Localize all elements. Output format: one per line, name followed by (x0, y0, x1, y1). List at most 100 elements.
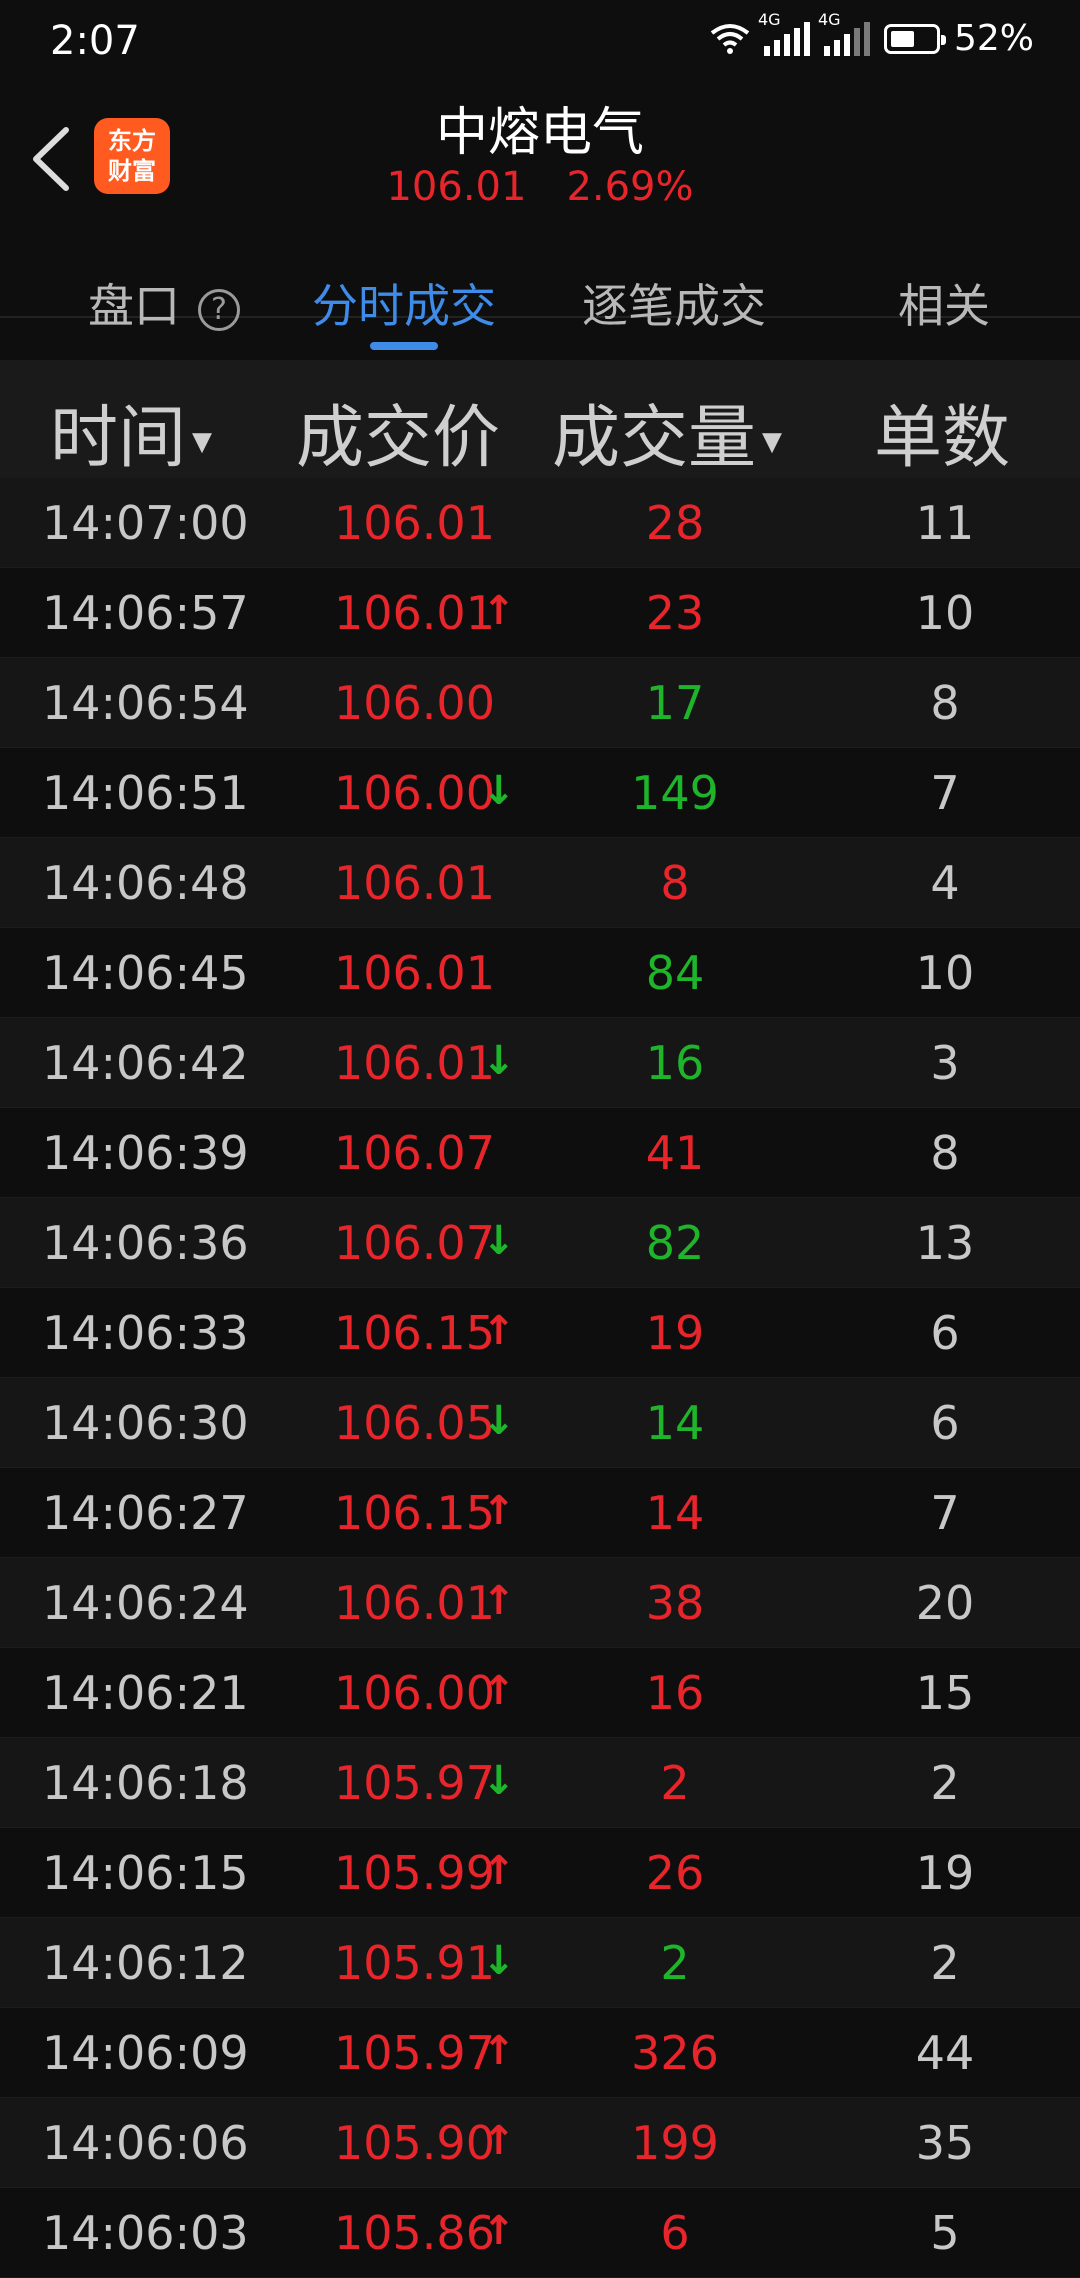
trade-time: 14:06:45 (42, 946, 249, 1000)
table-row[interactable]: 14:06:15 105.99 ↑ 26 19 (0, 1828, 1080, 1918)
arrow-up-icon: ↑ (482, 1488, 516, 1534)
arrow-up-icon: ↑ (482, 2118, 516, 2164)
trade-time: 14:06:09 (42, 2026, 249, 2080)
table-row[interactable]: 14:06:18 105.97 ↓ 2 2 (0, 1738, 1080, 1828)
trade-volume: 38 (645, 1576, 705, 1630)
trade-volume: 82 (645, 1216, 705, 1270)
trade-time: 14:06:42 (42, 1036, 249, 1090)
trade-volume: 14 (645, 1396, 705, 1450)
trade-volume: 6 (660, 2206, 690, 2260)
trade-count: 6 (930, 1306, 960, 1360)
tab-time-sales[interactable]: 分时成交 (312, 270, 496, 336)
table-row[interactable]: 14:06:06 105.90 ↑ 199 35 (0, 2098, 1080, 2188)
trade-count: 4 (930, 856, 960, 910)
trade-time: 14:06:57 (42, 586, 249, 640)
table-row[interactable]: 14:06:30 106.05 ↓ 14 6 (0, 1378, 1080, 1468)
trade-volume: 84 (645, 946, 705, 1000)
tab-bar: 盘口? 分时成交 逐笔成交 相关 (0, 234, 1080, 360)
trade-time: 14:06:48 (42, 856, 249, 910)
table-row[interactable]: 14:06:45 106.01 84 10 (0, 928, 1080, 1018)
table-row[interactable]: 14:06:24 106.01 ↑ 38 20 (0, 1558, 1080, 1648)
trade-price: 106.07 (334, 1216, 495, 1270)
trade-price: 106.01 (334, 946, 495, 1000)
column-price: 成交价 (296, 399, 501, 478)
stock-name: 中熔电气 (435, 103, 644, 163)
table-row[interactable]: 14:06:03 105.86 ↑ 6 5 (0, 2188, 1080, 2278)
arrow-up-icon: ↑ (482, 588, 516, 634)
trade-time: 14:06:51 (42, 766, 249, 820)
trade-price: 105.97 (334, 1756, 495, 1810)
tab-related[interactable]: 相关 (898, 270, 990, 336)
table-row[interactable]: 14:06:33 106.15 ↑ 19 6 (0, 1288, 1080, 1378)
arrow-down-icon: ↓ (482, 1758, 516, 1804)
status-bar: 2:07 4G 4G 52% (0, 0, 1080, 84)
trade-price: 105.91 (334, 1936, 495, 1990)
trade-time: 14:06:12 (42, 1936, 249, 1990)
trade-volume: 14 (645, 1486, 705, 1540)
arrow-up-icon: ↑ (482, 1668, 516, 1714)
trade-count: 11 (915, 496, 975, 550)
table-row[interactable]: 14:06:09 105.97 ↑ 326 44 (0, 2008, 1080, 2098)
trade-price: 106.01 (334, 856, 495, 910)
tab-tick-trades[interactable]: 逐笔成交 (582, 270, 766, 336)
arrow-up-icon: ↑ (482, 2208, 516, 2254)
arrow-up-icon: ↑ (482, 1848, 516, 1894)
trade-price: 106.01 (334, 586, 495, 640)
battery-icon (883, 23, 946, 54)
trade-count: 5 (930, 2206, 960, 2260)
table-row[interactable]: 14:06:27 106.15 ↑ 14 7 (0, 1468, 1080, 1558)
table-row[interactable]: 14:06:39 106.07 41 8 (0, 1108, 1080, 1198)
trade-time: 14:06:15 (42, 1846, 249, 1900)
trade-time: 14:06:21 (42, 1666, 249, 1720)
arrow-down-icon: ↓ (482, 1398, 516, 1444)
table-row[interactable]: 14:06:54 106.00 17 8 (0, 658, 1080, 748)
table-row[interactable]: 14:07:00 106.01 28 11 (0, 478, 1080, 568)
table-row[interactable]: 14:06:36 106.07 ↓ 82 13 (0, 1198, 1080, 1288)
help-icon[interactable]: ? (198, 288, 240, 331)
trade-time: 14:06:36 (42, 1216, 249, 1270)
trades-table: 14:07:00 106.01 28 11 14:06:57 106.01 ↑ 23 10 14:… (0, 478, 1080, 2278)
trade-price: 106.15 (334, 1486, 495, 1540)
trade-count: 15 (915, 1666, 975, 1720)
trade-price: 106.00 (334, 766, 495, 820)
table-row[interactable]: 14:06:42 106.01 ↓ 16 3 (0, 1018, 1080, 1108)
column-time[interactable]: 时间 ▼ (50, 382, 212, 481)
stock-price: 106.01 (386, 164, 527, 210)
trade-count: 7 (930, 1486, 960, 1540)
tab-order-book[interactable]: 盘口? (88, 270, 240, 336)
trade-time: 14:07:00 (42, 496, 249, 550)
trade-count: 35 (915, 2116, 975, 2170)
trade-time: 14:06:27 (42, 1486, 249, 1540)
table-row[interactable]: 14:06:12 105.91 ↓ 2 2 (0, 1918, 1080, 2008)
trade-price: 106.01 (334, 496, 495, 550)
trade-time: 14:06:39 (42, 1126, 249, 1180)
signal-1-icon: 4G (758, 10, 810, 56)
trade-volume: 19 (645, 1306, 705, 1360)
stock-change: 2.69% (566, 164, 694, 210)
arrow-up-icon: ↑ (482, 2028, 516, 2074)
table-row[interactable]: 14:06:51 106.00 ↓ 149 7 (0, 748, 1080, 838)
arrow-down-icon: ↓ (482, 1038, 516, 1084)
trade-volume: 16 (645, 1036, 705, 1090)
trade-count: 13 (915, 1216, 975, 1270)
trade-volume: 23 (645, 586, 705, 640)
sort-caret-icon: ▼ (762, 427, 783, 458)
trade-time: 14:06:24 (42, 1576, 249, 1630)
arrow-down-icon: ↓ (482, 1938, 516, 1984)
trade-volume: 41 (645, 1126, 705, 1180)
trade-count: 20 (915, 1576, 975, 1630)
table-row[interactable]: 14:06:21 106.00 ↑ 16 15 (0, 1648, 1080, 1738)
trade-volume: 26 (645, 1846, 705, 1900)
table-row[interactable]: 14:06:57 106.01 ↑ 23 10 (0, 568, 1080, 658)
trade-count: 3 (930, 1036, 960, 1090)
arrow-down-icon: ↓ (482, 768, 516, 814)
battery-percent: 52% (953, 18, 1034, 59)
trade-price: 105.99 (334, 1846, 495, 1900)
trade-time: 14:06:54 (42, 676, 249, 730)
trade-count: 10 (915, 946, 975, 1000)
trade-time: 14:06:18 (42, 1756, 249, 1810)
column-volume[interactable]: 成交量 ▼ (552, 382, 782, 481)
active-tab-indicator (370, 342, 438, 350)
table-row[interactable]: 14:06:48 106.01 8 4 (0, 838, 1080, 928)
trade-count: 8 (930, 1126, 960, 1180)
